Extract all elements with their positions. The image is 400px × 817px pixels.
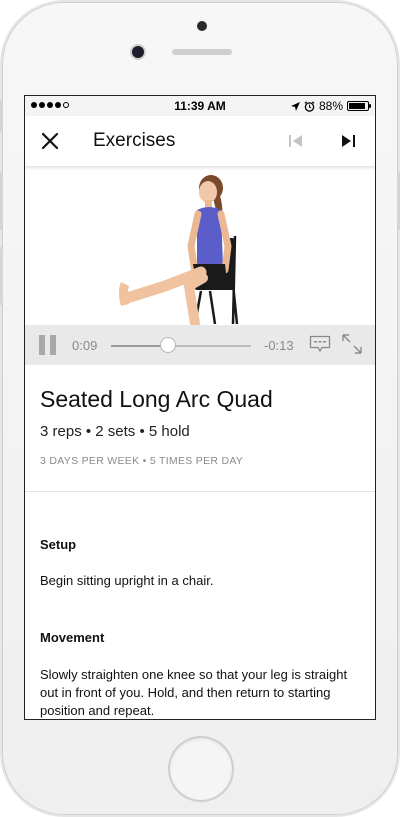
- next-exercise-icon[interactable]: [339, 132, 357, 150]
- setup-heading: Setup: [40, 537, 77, 552]
- battery-percent: 88%: [318, 99, 343, 113]
- alarm-icon: [304, 100, 315, 112]
- movement-text: Slowly straighten one knee so that your …: [40, 667, 348, 718]
- location-arrow-icon: [290, 101, 300, 111]
- battery-icon: [347, 101, 371, 111]
- video-controls: 0:09 -0:13: [25, 325, 375, 365]
- section-divider: [25, 491, 375, 492]
- phone-screen: 11:39 AM 88% Exercises 0:09 -0:13 Seated…: [24, 95, 376, 720]
- exercise-prescription: 3 reps • 2 sets • 5 hold: [40, 423, 190, 440]
- earpiece-speaker: [172, 49, 232, 55]
- fullscreen-icon[interactable]: [341, 333, 363, 355]
- remaining-time: -0:13: [264, 338, 294, 353]
- previous-exercise-icon[interactable]: [287, 132, 305, 150]
- pause-icon[interactable]: [39, 335, 57, 355]
- home-button[interactable]: [170, 738, 232, 800]
- mute-switch: [0, 100, 3, 132]
- closed-captions-icon[interactable]: [309, 335, 331, 353]
- volume-down-button: [0, 247, 3, 305]
- app-bar: Exercises: [25, 116, 375, 166]
- seek-progress: [111, 345, 169, 347]
- movement-heading: Movement: [40, 630, 105, 645]
- elapsed-time: 0:09: [72, 338, 98, 353]
- status-bar: 11:39 AM 88%: [25, 96, 375, 116]
- exercise-frequency: 3 DAYS PER WEEK • 5 TIMES PER DAY: [40, 455, 244, 467]
- proximity-sensor: [197, 21, 207, 31]
- page-title: Exercises: [93, 130, 176, 151]
- volume-up-button: [0, 172, 3, 230]
- seek-slider[interactable]: [111, 338, 251, 352]
- front-camera: [132, 46, 144, 58]
- exercise-demonstration-image: [119, 175, 239, 326]
- close-icon[interactable]: [40, 131, 60, 151]
- setup-text: Begin sitting upright in a chair.: [40, 573, 214, 588]
- seek-thumb[interactable]: [161, 338, 176, 352]
- exercise-title: Seated Long Arc Quad: [40, 386, 273, 412]
